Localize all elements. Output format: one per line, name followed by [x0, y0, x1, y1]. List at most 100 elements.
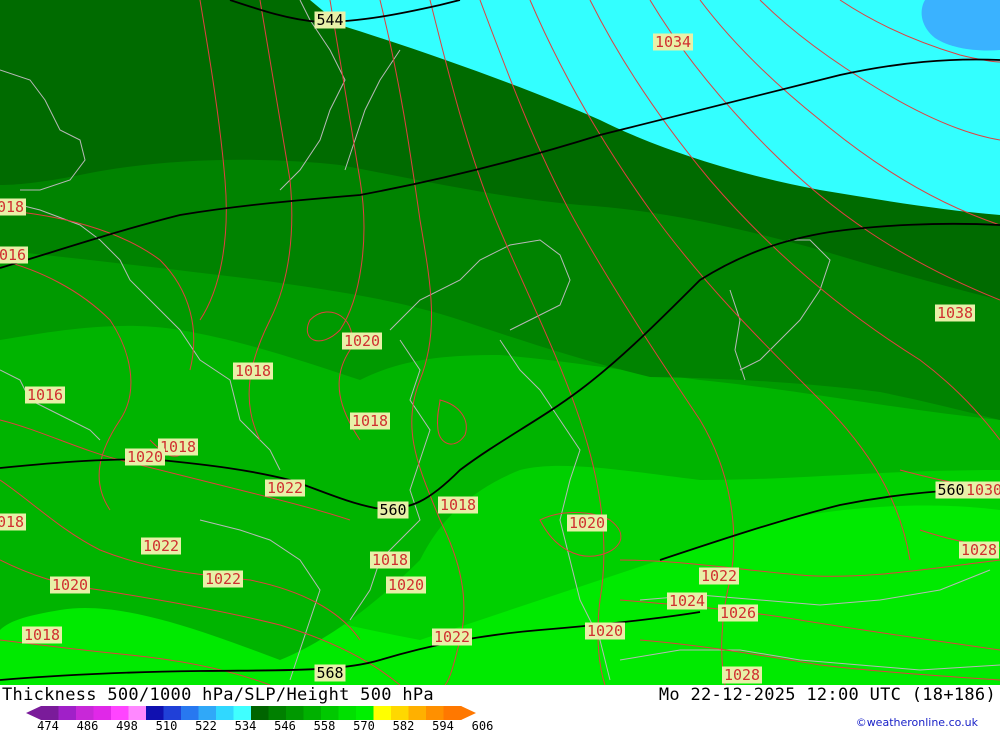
legend-swatch — [251, 706, 269, 720]
legend-swatch — [443, 706, 462, 720]
legend-arrow-high — [461, 706, 476, 720]
isobar-label-text: 1020 — [52, 576, 88, 594]
isobar-label-text: 1016 — [27, 386, 63, 404]
isobar-label-text: 1016 — [0, 246, 26, 264]
legend-tick-label: 570 — [353, 719, 375, 733]
legend-tick-label: 534 — [234, 719, 257, 733]
isobar-label: 1018 — [370, 551, 410, 569]
isobar-label: 1034 — [653, 33, 693, 51]
isobar-label-text: 1034 — [655, 33, 691, 51]
legend-swatch — [373, 706, 392, 720]
height-label-text: 560 — [379, 501, 406, 519]
isobar-label: 1020 — [125, 448, 165, 466]
isobar-label-text: 1038 — [937, 304, 973, 322]
height-label: 544 — [314, 11, 346, 29]
isobar-label: 1018 — [438, 496, 478, 514]
legend-swatch — [338, 706, 357, 720]
legend-swatch — [181, 706, 199, 720]
isobar-label-text: 1020 — [388, 576, 424, 594]
color-legend-ticks: 474 486 498 510 522 534 546 558 570 582 594 606 — [0, 719, 520, 733]
isobar-label: 1022 — [203, 570, 243, 588]
isobar-label-text: 1020 — [569, 514, 605, 532]
isobar-label-text: 1022 — [143, 537, 179, 555]
legend-swatch — [321, 706, 339, 720]
legend-swatch — [286, 706, 304, 720]
height-label-text: 544 — [316, 11, 343, 29]
isobar-label-text: 1020 — [127, 448, 163, 466]
legend-swatch — [268, 706, 287, 720]
legend-swatch — [128, 706, 147, 720]
legend-swatch — [303, 706, 322, 720]
isobar-label-text: 1020 — [344, 332, 380, 350]
isobar-label: 1018 — [0, 198, 26, 216]
isobar-label: 1020 — [585, 622, 625, 640]
map-datetime: Mo 22-12-2025 12:00 UTC (18+186) — [658, 685, 996, 705]
isobar-label-text: 1028 — [961, 541, 997, 559]
legend-tick-label: 498 — [116, 719, 138, 733]
isobar-label: 1020 — [342, 332, 382, 350]
legend-tick-label: 474 — [37, 719, 59, 733]
isobar-label-text: 1018 — [0, 198, 24, 216]
legend-tick-label: 510 — [155, 719, 178, 733]
isobar-label-text: 1024 — [669, 592, 705, 610]
credit-link[interactable]: ©weatheronline.co.uk — [856, 716, 978, 729]
legend-swatch — [93, 706, 112, 720]
isobar-label: 1038 — [935, 304, 975, 322]
isobar-label: 1030 — [964, 481, 1000, 499]
isobar-label-text: 1030 — [966, 481, 1000, 499]
isobar-label-text: 1018 — [352, 412, 388, 430]
isobar-label-text: 1018 — [440, 496, 476, 514]
isobar-label: 1020 — [50, 576, 90, 594]
isobar-label-text: 1028 — [724, 666, 760, 684]
height-label-text: 560 — [937, 481, 964, 499]
isobar-label: 1018 — [0, 513, 26, 531]
map-footer: Thickness 500/1000 hPa/SLP/Height 500 hP… — [0, 685, 1000, 733]
legend-swatch — [76, 706, 94, 720]
isobar-label: 1026 — [718, 604, 758, 622]
height-label: 560 — [377, 501, 409, 519]
isobar-label: 1022 — [699, 567, 739, 585]
isobar-label: 1024 — [667, 592, 707, 610]
isobar-label-text: 1022 — [267, 479, 303, 497]
legend-tick-label: 546 — [274, 719, 296, 733]
isobar-label: 1018 — [350, 412, 390, 430]
legend-swatch — [111, 706, 129, 720]
height-label: 568 — [314, 664, 346, 682]
weather-map: 544 560 560 568 1034 1038 1020 1018 1016 1018 101… — [0, 0, 1000, 685]
isobar-label-text: 1018 — [160, 438, 196, 456]
height-label-text: 568 — [316, 664, 343, 682]
legend-tick-label: 594 — [432, 719, 454, 733]
legend-swatch — [408, 706, 427, 720]
isobar-label-text: 1018 — [24, 626, 60, 644]
color-legend-bar — [26, 706, 476, 720]
legend-swatch — [146, 706, 164, 720]
map-title: Thickness 500/1000 hPa/SLP/Height 500 hP… — [2, 685, 434, 705]
isobar-label: 1028 — [722, 666, 762, 684]
isobar-label: 1018 — [233, 362, 273, 380]
legend-swatch — [58, 706, 77, 720]
isobar-label: 1028 — [959, 541, 999, 559]
isobar-label-text: 1018 — [235, 362, 271, 380]
height-label: 560 — [935, 481, 967, 499]
legend-swatch — [356, 706, 374, 720]
legend-swatch — [163, 706, 182, 720]
isobar-label-text: 1026 — [720, 604, 756, 622]
isobar-label: 1022 — [141, 537, 181, 555]
isobar-label-text: 1022 — [701, 567, 737, 585]
isobar-label: 1020 — [386, 576, 426, 594]
legend-swatch — [233, 706, 252, 720]
legend-swatch — [426, 706, 444, 720]
isobar-label: 1018 — [22, 626, 62, 644]
legend-arrow-low — [26, 706, 41, 720]
legend-tick-label: 486 — [76, 719, 99, 733]
legend-swatch — [216, 706, 234, 720]
legend-swatch — [41, 706, 59, 720]
legend-tick-label: 606 — [471, 719, 494, 733]
isobar-label: 1016 — [25, 386, 65, 404]
isobar-label-text: 1020 — [587, 622, 623, 640]
legend-tick-label: 558 — [313, 719, 336, 733]
legend-tick-label: 522 — [195, 719, 217, 733]
legend-swatch — [391, 706, 409, 720]
isobar-label: 1016 — [0, 246, 28, 264]
isobar-label-text: 1022 — [434, 628, 470, 646]
